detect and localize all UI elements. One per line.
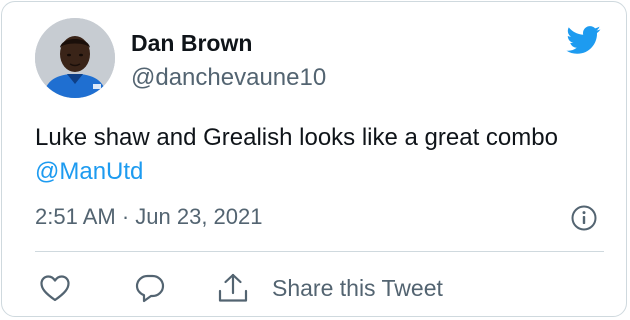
author-handle[interactable]: @danchevaune10 bbox=[131, 64, 326, 92]
share-button[interactable]: Share this Tweet bbox=[216, 271, 443, 305]
avatar-image bbox=[35, 18, 115, 98]
share-upload-icon bbox=[218, 273, 248, 302]
share-button-label: Share this Tweet bbox=[272, 274, 443, 301]
heart-icon bbox=[40, 275, 70, 302]
twitter-bird-icon[interactable] bbox=[562, 22, 604, 58]
divider bbox=[35, 251, 604, 252]
tweet-card[interactable]: Dan Brown @danchevaune10 Luke shaw and G… bbox=[1, 1, 627, 317]
avatar[interactable] bbox=[35, 18, 115, 98]
reply-button[interactable] bbox=[134, 271, 166, 305]
tweet-text: Luke shaw and Grealish looks like a grea… bbox=[35, 121, 595, 189]
like-button[interactable] bbox=[39, 271, 71, 305]
author-display-name[interactable]: Dan Brown bbox=[131, 30, 252, 57]
speech-bubble-icon bbox=[135, 274, 165, 303]
info-icon[interactable] bbox=[570, 204, 598, 232]
tweet-text-body: Luke shaw and Grealish looks like a grea… bbox=[35, 124, 558, 151]
mention-link[interactable]: @ManUtd bbox=[35, 158, 143, 185]
tweet-timestamp[interactable]: 2:51 AM · Jun 23, 2021 bbox=[35, 204, 263, 230]
